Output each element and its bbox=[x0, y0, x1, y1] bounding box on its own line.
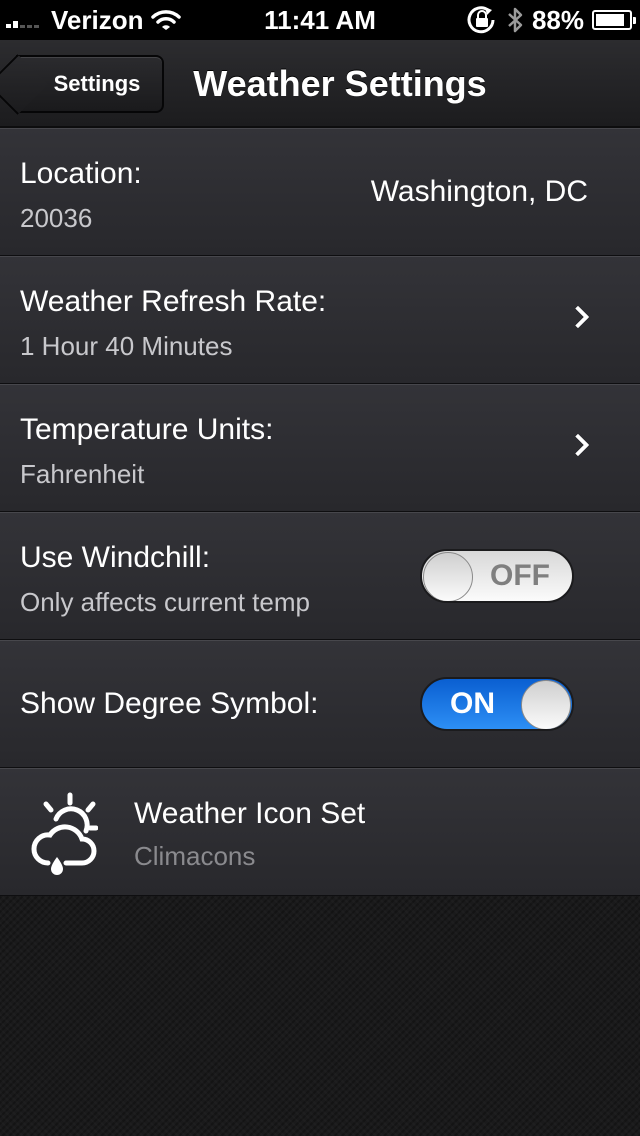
navigation-bar: Settings Weather Settings bbox=[0, 40, 640, 128]
location-row[interactable]: Location: 20036 Washington, DC bbox=[0, 128, 640, 256]
refresh-rate-label: Weather Refresh Rate: bbox=[20, 285, 327, 318]
rotation-lock-icon bbox=[467, 6, 495, 34]
degree-symbol-row: Show Degree Symbol: ON bbox=[0, 640, 640, 768]
wifi-icon bbox=[151, 10, 182, 30]
windchill-description: Only affects current temp bbox=[20, 587, 310, 617]
degree-symbol-toggle[interactable]: ON bbox=[420, 677, 574, 731]
temperature-units-label: Temperature Units: bbox=[20, 413, 274, 446]
settings-list: Location: 20036 Washington, DC Weather R… bbox=[0, 128, 640, 896]
bluetooth-icon bbox=[508, 7, 523, 33]
degree-symbol-label: Show Degree Symbol: bbox=[20, 687, 319, 720]
toggle-state-label: ON bbox=[450, 687, 495, 720]
icon-set-row[interactable]: Weather Icon Set Climacons bbox=[0, 768, 640, 896]
temperature-units-value: Fahrenheit bbox=[20, 459, 145, 489]
refresh-rate-row[interactable]: Weather Refresh Rate: 1 Hour 40 Minutes bbox=[0, 256, 640, 384]
refresh-rate-value: 1 Hour 40 Minutes bbox=[20, 331, 233, 361]
location-label: Location: bbox=[20, 157, 142, 190]
battery-fill bbox=[596, 14, 625, 26]
page-title: Weather Settings bbox=[193, 63, 487, 104]
status-left: Verizon bbox=[6, 4, 182, 36]
toggle-knob bbox=[521, 680, 571, 729]
windchill-label: Use Windchill: bbox=[20, 541, 211, 574]
toggle-state-label: OFF bbox=[490, 559, 550, 592]
status-bar: Verizon 11:41 AM 88% bbox=[0, 0, 640, 40]
chevron-right-icon bbox=[566, 433, 590, 457]
battery-percent: 88% bbox=[531, 4, 584, 35]
icon-set-value: Climacons bbox=[134, 841, 256, 871]
location-zip: 20036 bbox=[20, 203, 93, 233]
windchill-toggle[interactable]: OFF bbox=[420, 549, 574, 603]
toggle-knob bbox=[423, 552, 473, 601]
climacon-cloud-sun-rain-icon bbox=[31, 792, 98, 875]
back-button-label: Settings bbox=[53, 71, 141, 96]
chevron-right-icon bbox=[566, 305, 590, 329]
carrier-name: Verizon bbox=[51, 4, 144, 35]
battery-icon bbox=[592, 10, 636, 30]
temperature-units-row[interactable]: Temperature Units: Fahrenheit bbox=[0, 384, 640, 512]
windchill-row: Use Windchill: Only affects current temp… bbox=[0, 512, 640, 640]
location-value: Washington, DC bbox=[370, 175, 588, 208]
signal-bars-icon bbox=[6, 12, 39, 28]
status-right: 88% bbox=[466, 4, 636, 36]
icon-set-label: Weather Icon Set bbox=[134, 797, 366, 830]
back-button[interactable]: Settings bbox=[16, 55, 164, 113]
